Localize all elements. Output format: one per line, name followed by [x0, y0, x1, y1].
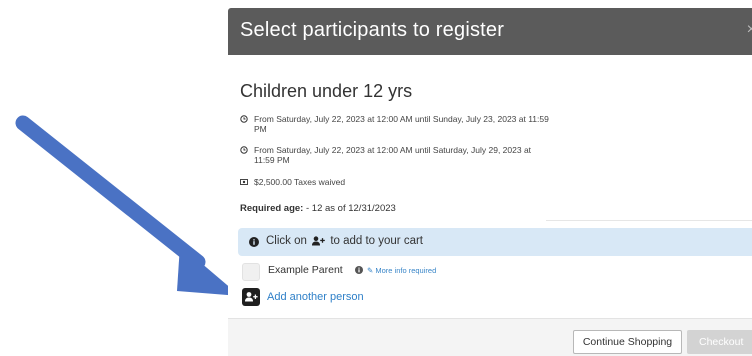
info-icon [355, 266, 363, 274]
banner-prefix: Click on [266, 235, 307, 247]
info-circle-icon [249, 237, 259, 247]
clock-icon [240, 115, 248, 123]
more-info-link[interactable]: ✎ More info required [367, 266, 436, 275]
money-icon [240, 179, 248, 185]
info-banner-text: Click on to add to your cart [266, 235, 423, 247]
info-banner: Click on to add to your cart [238, 228, 752, 256]
required-age-label: Required age: [240, 203, 304, 214]
banner-suffix: to add to your cart [330, 235, 424, 247]
registration-modal: Select participants to register × Childr… [228, 0, 752, 356]
add-participant-button-disabled[interactable] [242, 263, 260, 281]
clock-icon [240, 146, 248, 154]
date-range-text: From Saturday, July 22, 2023 at 12:00 AM… [254, 145, 532, 165]
modal-footer: Continue Shopping Checkout [228, 318, 752, 356]
date-range-text: From Saturday, July 22, 2023 at 12:00 AM… [254, 114, 549, 134]
modal-title: Select participants to register [240, 19, 505, 41]
close-icon[interactable]: × [747, 21, 752, 39]
participant-name: Example Parent [268, 264, 343, 276]
checkout-button[interactable]: Checkout [687, 330, 752, 354]
event-title: Children under 12 yrs [240, 81, 413, 101]
required-age: Required age: - 12 as of 12/31/2023 [240, 203, 396, 214]
more-info-text: More info required [375, 266, 437, 275]
divider [546, 220, 752, 221]
continue-shopping-button[interactable]: Continue Shopping [573, 330, 682, 354]
add-person-icon [245, 292, 258, 302]
participant-row: Example Parent ✎ More info required [242, 262, 642, 281]
add-another-person-link[interactable]: Add another person [267, 291, 364, 303]
add-person-button[interactable] [242, 288, 260, 306]
required-age-value: - 12 as of 12/31/2023 [303, 203, 396, 214]
add-person-row[interactable]: Add another person [242, 288, 542, 306]
price-text: $2,500.00 Taxes waived [254, 177, 346, 187]
add-person-icon [312, 236, 325, 246]
modal-header: Select participants to register × [228, 8, 752, 55]
